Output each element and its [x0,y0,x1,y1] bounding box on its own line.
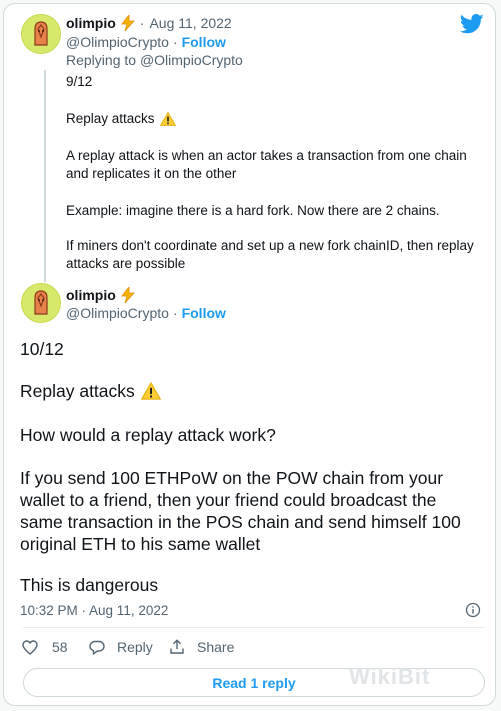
main-handle-row: @OlimpioCrypto · Follow [66,305,226,321]
reply-header: olimpio · Aug 11, 2022 [66,15,232,31]
tweet-text-line: If you send 100 ETHPoW on the POW chain … [20,468,444,488]
heart-icon [22,639,38,655]
tweet-text: Replay attacks [66,111,155,126]
tweet-text-line: A replay attack is when an actor takes a… [66,148,467,163]
like-button[interactable]: 58 [22,639,68,655]
author-name[interactable]: olimpio [66,287,116,303]
tweet-text-line: 10/12 [20,339,64,359]
avatar[interactable] [21,14,61,54]
tweet-text-line: same transaction in the POS chain and se… [20,512,461,532]
lightning-emoji-icon [120,15,135,31]
tweet-text-line: 9/12 [66,74,93,89]
tweet-text-line: How would a replay attack work? [20,425,276,445]
reply-handle-row: @OlimpioCrypto · Follow [66,34,226,50]
warning-emoji-icon [140,382,161,400]
tweet-text-line: Replay attacks [20,380,161,402]
tweet-timestamp[interactable]: 10:32 PM · Aug 11, 2022 [20,603,168,618]
share-icon [170,639,184,654]
tweet-text-line: original ETH to his same wallet [20,534,261,554]
tweet-text-line: Example: imagine there is a hard fork. N… [66,203,440,218]
follow-link[interactable]: Follow [182,305,226,321]
read-replies-label: Read 1 reply [212,674,296,691]
thread-connector-line [44,70,46,282]
tweet-text-line: and replicates it on the other [66,166,237,181]
main-header: olimpio [66,287,135,303]
replying-to: Replying to @OlimpioCrypto [66,52,243,68]
tweet-embed-card: olimpio · Aug 11, 2022 @OlimpioCrypto · … [3,3,496,706]
tweet-date[interactable]: Aug 11, 2022 [149,15,231,31]
author-handle[interactable]: @OlimpioCrypto [66,305,169,321]
replying-to-label: Replying to [66,52,137,68]
avatar-image-icon [22,284,60,322]
reply-bubble-icon [89,640,105,655]
tweet-text-line: wallet to a friend, then your friend cou… [20,490,437,510]
avatar-image-icon [22,15,60,53]
share-label: Share [197,639,235,655]
like-count: 58 [52,639,68,655]
watermark: WikiBit [349,664,431,689]
divider [23,627,485,628]
replying-to-handle[interactable]: @OlimpioCrypto [140,52,243,68]
lightning-emoji-icon [120,287,135,303]
warning-emoji-icon [159,112,176,126]
tweet-text-line: Replay attacks [66,110,176,128]
author-handle[interactable]: @OlimpioCrypto [66,34,169,50]
tweet-text-line: This is dangerous [20,575,159,595]
tweet-text-line: attacks are possible [66,256,186,271]
reply-label: Reply [117,639,153,655]
reply-button[interactable]: Reply [89,639,153,655]
separator-dot: · [172,305,178,321]
author-name[interactable]: olimpio [66,15,116,31]
tweet-text-line: If miners don't coordinate and set up a … [66,238,474,253]
twitter-bird-icon[interactable] [460,14,484,34]
separator-dot: · [139,15,145,31]
separator-dot: · [172,34,178,50]
follow-link[interactable]: Follow [182,34,226,50]
share-button[interactable]: Share [169,639,234,655]
avatar[interactable] [21,283,61,323]
tweet-text: Replay attacks [20,381,135,401]
info-icon[interactable] [465,602,481,618]
